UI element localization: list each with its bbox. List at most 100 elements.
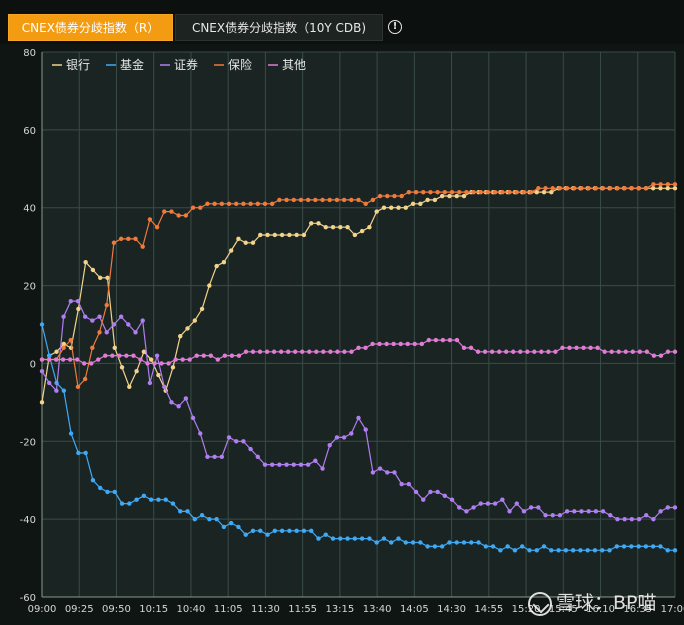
data-point-series-2 bbox=[176, 404, 181, 409]
legend-label: 保险 bbox=[228, 57, 252, 72]
data-point-series-2 bbox=[356, 415, 361, 421]
data-point-series-1 bbox=[163, 497, 168, 502]
data-point-series-2 bbox=[579, 509, 584, 514]
data-point-series-2 bbox=[219, 454, 225, 460]
tab-cnex-bond-divergence-r[interactable]: CNEX债券分歧指数（R） bbox=[8, 14, 173, 41]
data-point-series-4 bbox=[539, 349, 544, 354]
data-point-series-1 bbox=[527, 548, 532, 553]
data-point-series-3 bbox=[608, 186, 613, 191]
data-point-series-2 bbox=[54, 388, 59, 393]
legend-label: 其他 bbox=[282, 58, 306, 72]
data-point-series-4 bbox=[250, 349, 256, 354]
data-point-series-3 bbox=[226, 201, 232, 207]
data-point-series-4 bbox=[328, 349, 333, 354]
data-point-series-1 bbox=[403, 540, 408, 545]
data-point-series-3 bbox=[471, 189, 476, 195]
x-tick-label: 09:25 bbox=[65, 604, 94, 615]
data-point-series-2 bbox=[305, 462, 311, 467]
tab-cnex-bond-divergence-10y-cdb[interactable]: CNEX债券分歧指数（10Y CDB) bbox=[175, 14, 383, 41]
data-point-series-3 bbox=[413, 189, 419, 195]
data-point-series-4 bbox=[475, 349, 481, 354]
data-point-series-2 bbox=[255, 454, 260, 460]
data-point-series-1 bbox=[476, 540, 481, 545]
data-point-series-2 bbox=[226, 435, 232, 440]
data-point-series-4 bbox=[67, 357, 73, 362]
data-point-series-4 bbox=[124, 353, 129, 358]
data-point-series-1 bbox=[410, 540, 416, 545]
data-point-series-2 bbox=[651, 516, 656, 522]
data-point-series-4 bbox=[377, 341, 382, 347]
data-point-series-1 bbox=[578, 548, 583, 553]
data-point-series-3 bbox=[543, 186, 548, 191]
data-point-series-2 bbox=[46, 380, 52, 386]
data-point-series-3 bbox=[572, 186, 577, 191]
data-point-series-4 bbox=[567, 345, 572, 351]
data-point-series-4 bbox=[511, 349, 516, 354]
data-point-series-2 bbox=[82, 314, 88, 319]
data-point-series-3 bbox=[327, 197, 332, 203]
data-point-series-3 bbox=[600, 186, 606, 191]
data-point-series-1 bbox=[658, 544, 663, 549]
data-point-series-0 bbox=[207, 283, 212, 288]
data-point-series-3 bbox=[75, 384, 81, 389]
data-point-series-0 bbox=[330, 224, 336, 230]
data-point-series-3 bbox=[162, 209, 167, 214]
data-point-series-1 bbox=[570, 548, 576, 553]
data-point-series-0 bbox=[672, 186, 678, 191]
data-point-series-2 bbox=[600, 509, 606, 514]
data-point-series-3 bbox=[521, 189, 527, 195]
data-point-series-1 bbox=[498, 548, 503, 553]
data-point-series-0 bbox=[345, 224, 350, 230]
y-tick-label: 80 bbox=[23, 48, 36, 59]
data-point-series-0 bbox=[287, 232, 292, 238]
data-point-series-3 bbox=[550, 186, 555, 191]
data-point-series-0 bbox=[192, 318, 197, 323]
data-point-series-3 bbox=[262, 201, 268, 207]
data-point-series-4 bbox=[623, 349, 628, 354]
data-point-series-3 bbox=[665, 182, 671, 187]
x-tick-label: 13:40 bbox=[363, 604, 392, 615]
data-point-series-1 bbox=[367, 536, 372, 541]
data-point-series-3 bbox=[277, 197, 282, 203]
data-point-series-3 bbox=[248, 201, 253, 207]
data-point-series-2 bbox=[413, 489, 419, 495]
data-point-series-1 bbox=[374, 540, 379, 545]
data-point-series-1 bbox=[243, 532, 248, 537]
info-icon[interactable]: ! bbox=[388, 20, 402, 34]
y-tick-label: -60 bbox=[20, 593, 36, 604]
data-point-series-1 bbox=[330, 536, 336, 541]
data-point-series-0 bbox=[214, 263, 219, 269]
data-point-series-1 bbox=[614, 544, 619, 549]
data-point-series-4 bbox=[152, 361, 157, 366]
data-point-series-2 bbox=[320, 466, 325, 471]
data-point-series-4 bbox=[194, 353, 199, 358]
data-point-series-3 bbox=[406, 189, 412, 195]
data-point-series-4 bbox=[398, 341, 403, 347]
data-point-series-0 bbox=[454, 193, 459, 199]
data-point-series-2 bbox=[457, 505, 462, 510]
data-point-series-3 bbox=[176, 213, 181, 218]
data-point-series-3 bbox=[284, 197, 289, 203]
x-tick-label: 10:15 bbox=[139, 604, 168, 615]
data-point-series-2 bbox=[543, 513, 548, 518]
data-point-series-3 bbox=[140, 244, 145, 249]
data-point-series-1 bbox=[636, 544, 641, 549]
data-point-series-4 bbox=[560, 345, 565, 351]
data-point-series-1 bbox=[148, 497, 154, 502]
data-point-series-4 bbox=[173, 357, 178, 362]
y-tick-label: 0 bbox=[30, 359, 36, 370]
data-point-series-2 bbox=[334, 435, 340, 440]
data-point-series-1 bbox=[98, 485, 103, 491]
data-point-series-1 bbox=[600, 548, 605, 553]
data-point-series-4 bbox=[609, 349, 614, 354]
data-point-series-3 bbox=[68, 337, 73, 343]
data-point-series-4 bbox=[278, 349, 284, 354]
data-point-series-2 bbox=[521, 509, 527, 514]
data-point-series-3 bbox=[615, 186, 620, 191]
data-point-series-1 bbox=[389, 540, 394, 545]
data-point-series-0 bbox=[90, 267, 96, 273]
data-point-series-2 bbox=[126, 322, 131, 327]
data-point-series-0 bbox=[170, 365, 176, 370]
data-point-series-2 bbox=[629, 516, 635, 522]
data-point-series-3 bbox=[205, 201, 210, 207]
